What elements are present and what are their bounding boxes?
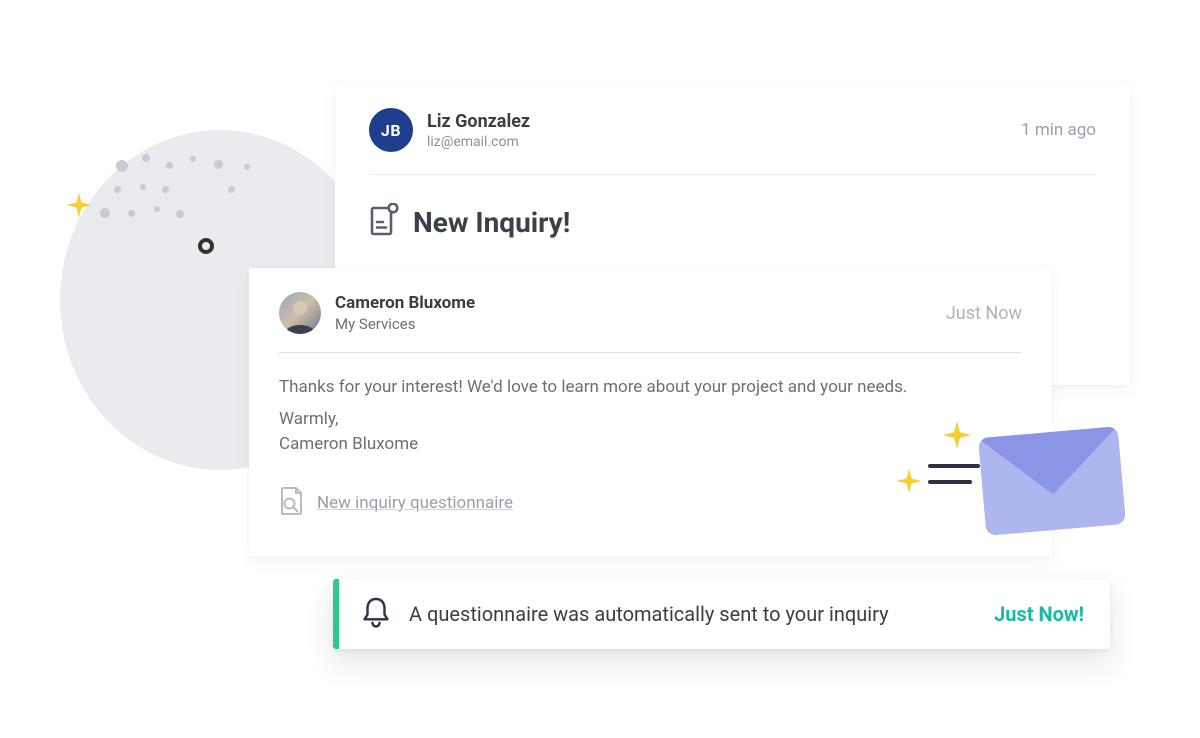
envelope-illustration [900, 420, 1120, 550]
reply-card-header: Cameron Bluxome My Services Just Now [279, 292, 1022, 353]
toast-message: A questionnaire was automatically sent t… [409, 602, 980, 626]
timestamp: 1 min ago [1021, 120, 1096, 140]
decorative-dot [114, 186, 121, 193]
message-line: Thanks for your interest! We'd love to l… [279, 375, 1022, 401]
speed-line [928, 480, 972, 484]
inquiry-title: New Inquiry! [413, 206, 570, 239]
sender-name: Liz Gonzalez [427, 111, 530, 132]
toast-timestamp: Just Now! [994, 602, 1084, 626]
sparkle-icon [940, 418, 974, 456]
reply-sender-subtitle: My Services [335, 315, 475, 333]
reply-sender-name: Cameron Bluxome [335, 293, 475, 313]
notification-toast: A questionnaire was automatically sent t… [333, 579, 1110, 649]
decorative-dot [214, 160, 223, 169]
decorative-dot [176, 210, 184, 218]
sparkle-icon [894, 466, 924, 500]
decorative-dot [154, 206, 160, 212]
decorative-dot [228, 186, 235, 193]
envelope-icon [978, 426, 1126, 536]
sparkle-icon [64, 190, 94, 224]
bell-icon [361, 595, 391, 633]
decorative-dot [162, 186, 169, 193]
decorative-dot [142, 154, 150, 162]
decorative-dot [100, 208, 110, 218]
decorative-dot [140, 184, 146, 190]
decorative-dot [166, 162, 173, 169]
decorative-dot [116, 160, 128, 172]
file-magnifier-icon [279, 486, 305, 520]
avatar-photo [279, 292, 321, 334]
avatar-initials: JB [369, 108, 413, 152]
toast-accent-bar [333, 579, 339, 649]
decorative-dot [244, 164, 250, 170]
sender-email: liz@email.com [427, 134, 530, 150]
timestamp: Just Now [946, 303, 1022, 324]
document-notification-icon [369, 203, 399, 241]
decorative-dot [128, 210, 135, 217]
attachment-label: New inquiry questionnaire [317, 493, 513, 513]
inquiry-card-header: JB Liz Gonzalez liz@email.com 1 min ago [369, 108, 1096, 175]
speed-line [928, 464, 980, 468]
decorative-ring [198, 238, 214, 254]
decorative-dot [190, 156, 196, 162]
